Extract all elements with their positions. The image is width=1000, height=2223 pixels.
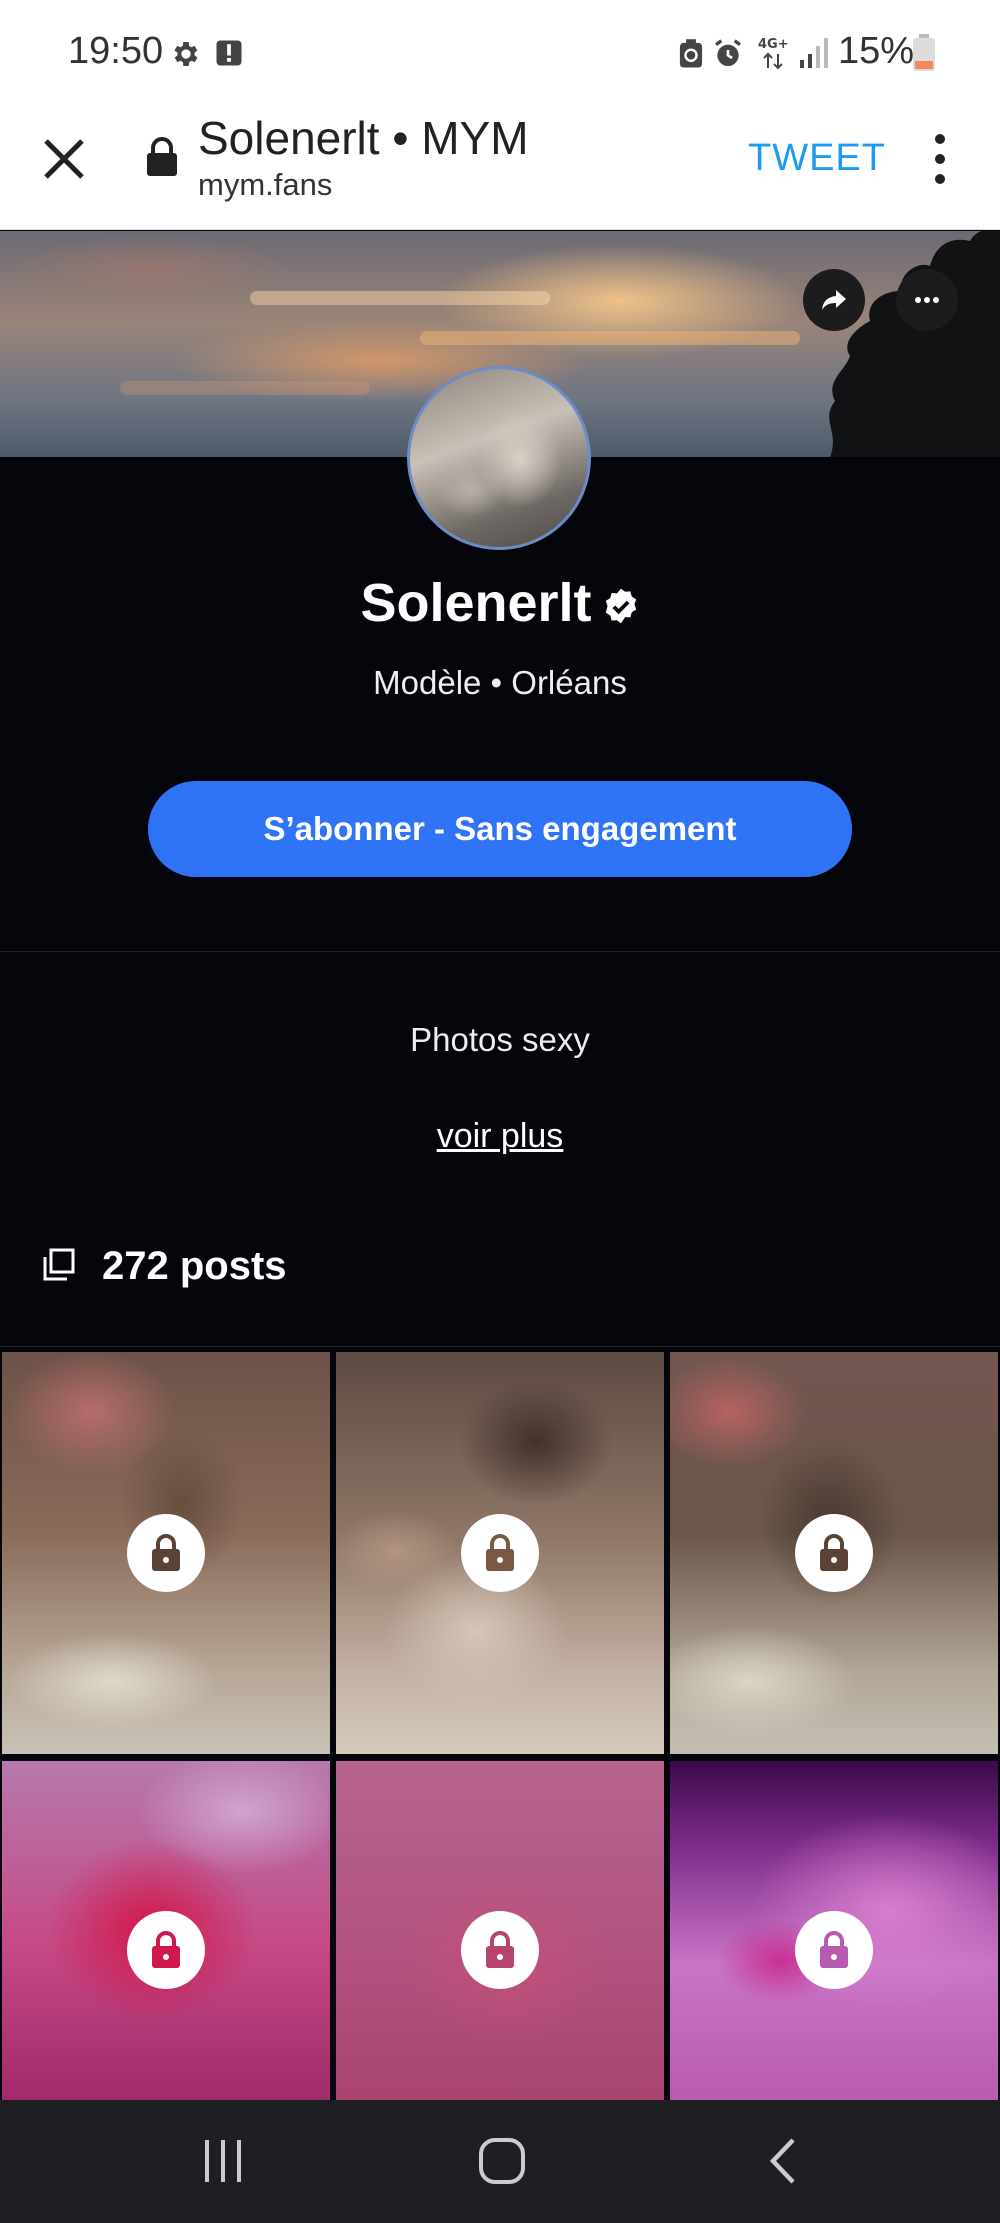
network-4g-icon: 4G+ [756, 34, 792, 77]
tweet-button[interactable]: TWEET [748, 137, 886, 180]
lock-icon [486, 1534, 514, 1571]
posts-grid [0, 1350, 1000, 2100]
status-bar: 19:50 4G+ 15% [0, 0, 1000, 105]
lock-icon [152, 1931, 180, 1968]
recent-apps-icon [205, 2140, 241, 2182]
posts-stack-icon [42, 1248, 76, 1287]
locked-post-badge [461, 1911, 539, 1989]
more-horizontal-icon [915, 297, 939, 303]
posts-count: 272 posts [102, 1244, 287, 1288]
subscribe-button[interactable]: S’abonner - Sans engagement [148, 781, 852, 877]
locked-post-badge [461, 1514, 539, 1592]
locked-post-tile[interactable] [670, 1352, 998, 1754]
page-url: mym.fans [198, 167, 333, 202]
lock-icon [152, 1534, 180, 1571]
system-nav-bar [0, 2100, 1000, 2223]
lock-icon [820, 1931, 848, 1968]
gear-icon [170, 38, 202, 75]
locked-post-tile[interactable] [2, 1352, 330, 1754]
divider [0, 1346, 1000, 1347]
alarm-icon [712, 38, 744, 75]
locked-post-tile[interactable] [336, 1352, 664, 1754]
bio-text: Photos sexy [410, 1021, 590, 1058]
locked-post-tile[interactable] [2, 1761, 330, 2100]
lock-icon [820, 1534, 848, 1571]
locked-post-tile[interactable] [670, 1761, 998, 2100]
verified-icon [602, 576, 640, 638]
locked-post-badge [127, 1514, 205, 1592]
options-button[interactable] [896, 269, 958, 331]
close-icon [44, 139, 84, 179]
alert-icon [214, 38, 244, 73]
lock-icon [145, 137, 179, 182]
signal-icon [798, 38, 830, 73]
back-icon [769, 2138, 795, 2184]
locked-post-badge [795, 1911, 873, 1989]
profile-name: Solenerlt [360, 573, 592, 633]
battery-percent: 15% [838, 30, 915, 72]
locked-post-badge [127, 1911, 205, 1989]
profile-name-row: Solenerlt [0, 572, 1000, 638]
more-vertical-icon [935, 134, 945, 184]
back-button[interactable] [742, 2126, 822, 2196]
close-button[interactable] [36, 131, 92, 187]
recent-apps-button[interactable] [183, 2126, 263, 2196]
see-more-link[interactable]: voir plus [0, 1117, 1000, 1156]
status-time: 19:50 [68, 30, 164, 72]
divider [0, 951, 1000, 952]
data-saver-icon [676, 38, 706, 75]
home-icon [479, 2138, 525, 2184]
lock-icon [486, 1931, 514, 1968]
profile-subtitle: Modèle • Orléans [373, 664, 627, 701]
home-button[interactable] [462, 2126, 542, 2196]
custom-tab-toolbar: Solenerlt • MYM mym.fans TWEET [0, 105, 1000, 230]
avatar[interactable] [407, 366, 591, 550]
page-title: Solenerlt • MYM [198, 112, 529, 164]
share-icon [822, 290, 846, 310]
locked-post-tile[interactable] [336, 1761, 664, 2100]
tree-silhouette [829, 231, 1000, 457]
svg-text:4G+: 4G+ [758, 37, 789, 52]
locked-post-badge [795, 1514, 873, 1592]
battery-icon [912, 34, 936, 77]
share-button[interactable] [803, 269, 865, 331]
more-menu-button[interactable] [925, 129, 955, 189]
